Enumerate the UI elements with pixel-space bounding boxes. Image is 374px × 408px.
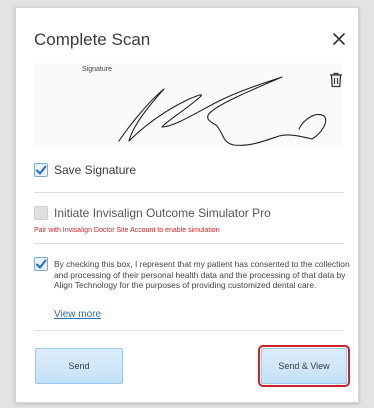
signature-pad[interactable]: Signature	[34, 63, 342, 147]
divider	[34, 243, 344, 244]
divider	[34, 330, 344, 331]
signature-stroke	[118, 76, 327, 146]
view-more-link[interactable]: View more	[54, 309, 101, 320]
consent-row[interactable]	[34, 257, 48, 271]
close-button[interactable]	[331, 31, 347, 47]
save-signature-row[interactable]: Save Signature	[34, 163, 136, 177]
dialog-title: Complete Scan	[34, 30, 151, 49]
send-button[interactable]: Send	[35, 348, 123, 384]
checkmark-icon	[36, 165, 47, 175]
simulator-row: Initiate Invisalign Outcome Simulator Pr…	[34, 206, 271, 220]
divider	[34, 192, 344, 193]
simulator-warning: Pair with Invisalign Doctor Site Account…	[34, 227, 220, 234]
consent-text: By checking this box, I represent that m…	[54, 259, 350, 290]
send-and-view-button[interactable]: Send & View	[258, 345, 350, 387]
save-signature-label: Save Signature	[54, 163, 137, 177]
save-signature-checkbox[interactable]	[34, 163, 48, 177]
simulator-checkbox	[34, 206, 48, 220]
complete-scan-dialog: Complete Scan Signature Save Signature I…	[15, 7, 359, 403]
close-icon	[333, 33, 345, 45]
consent-checkbox[interactable]	[34, 257, 48, 271]
checkmark-icon	[36, 259, 47, 269]
simulator-label: Initiate Invisalign Outcome Simulator Pr…	[54, 206, 271, 220]
